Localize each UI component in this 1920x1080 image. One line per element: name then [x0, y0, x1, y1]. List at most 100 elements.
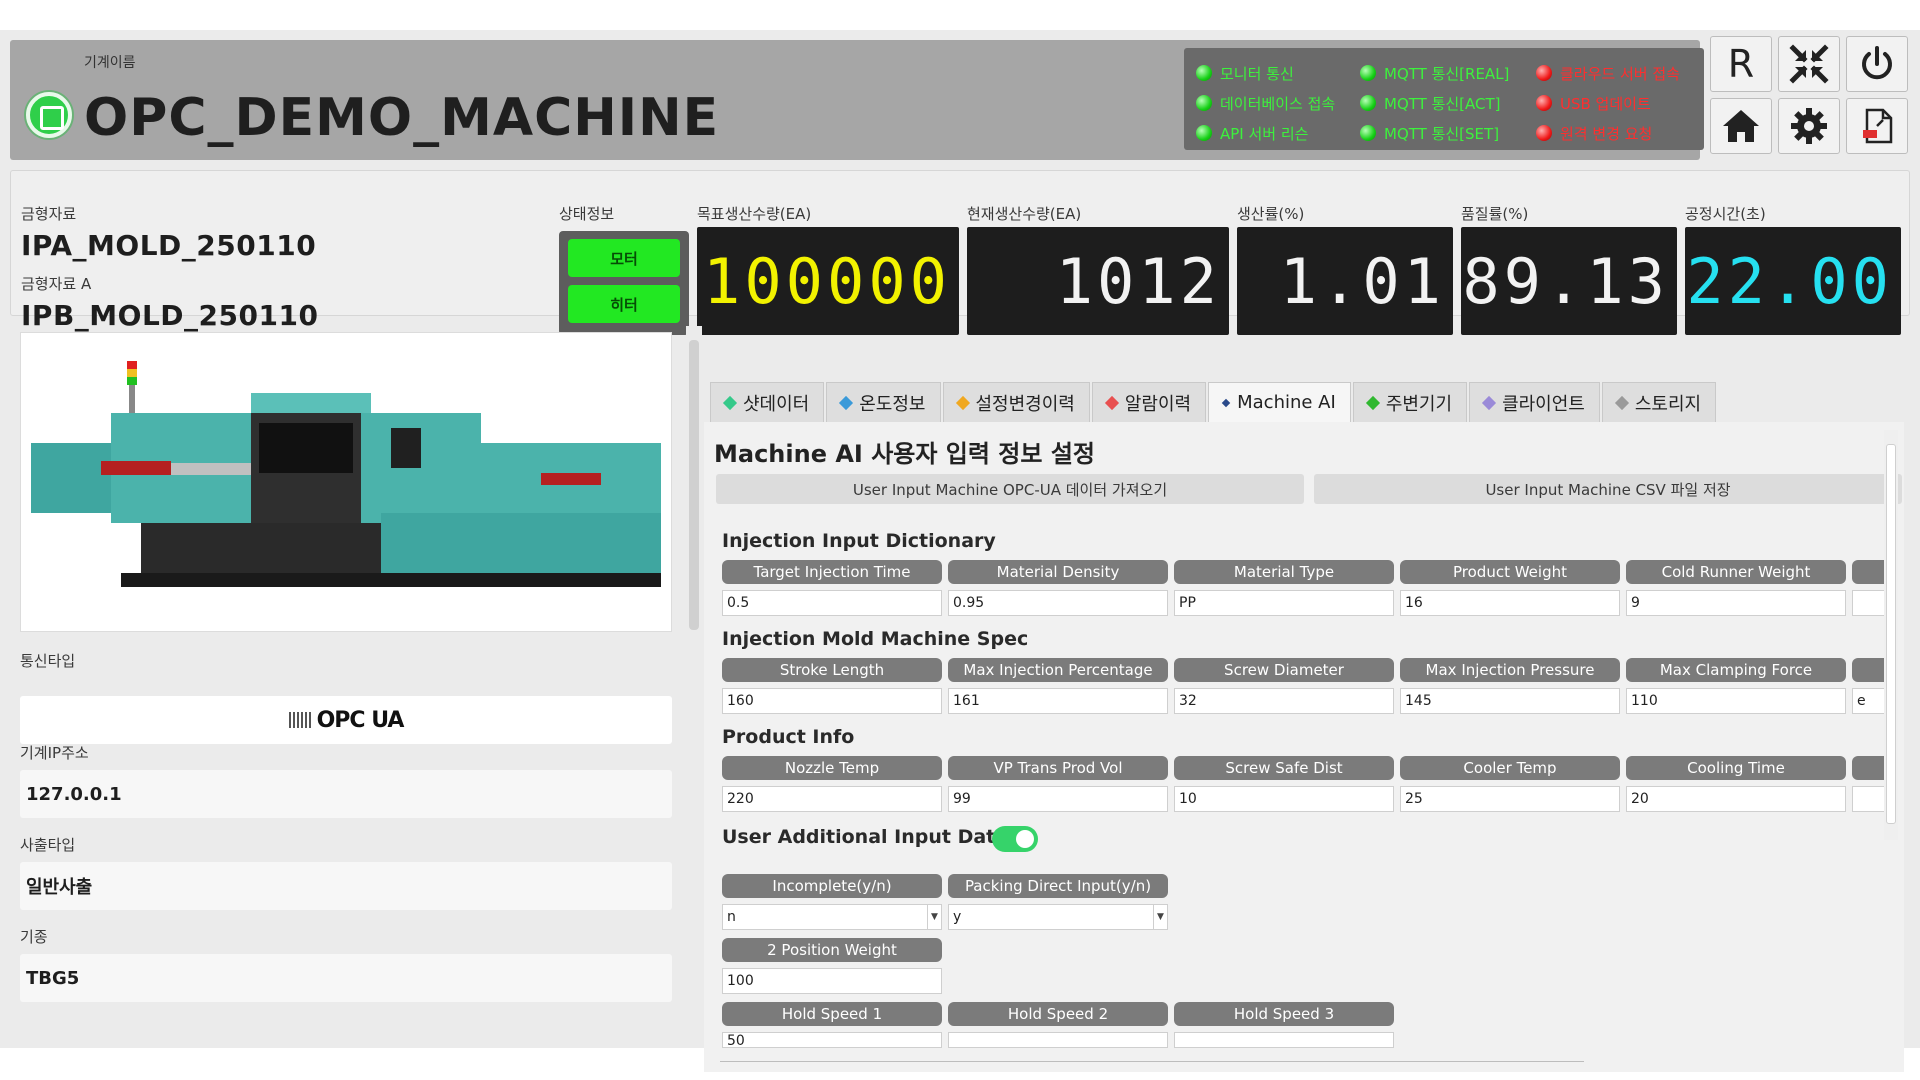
dict-label: Product Weight: [1400, 560, 1620, 584]
product-section-title: Product Info: [722, 726, 855, 748]
quality-rate-label: 품질률(%): [1461, 205, 1529, 223]
diamond-icon: [839, 395, 854, 410]
status-mqtt-set: MQTT 통신[SET]: [1360, 118, 1509, 148]
gear-icon: [1791, 108, 1827, 144]
production-rate-display: 1.01: [1237, 227, 1453, 335]
chevron-down-icon[interactable]: ▼: [927, 905, 941, 929]
comm-type-label: 통신타입: [20, 652, 76, 670]
status-monitor: 모니터 통신: [1196, 58, 1335, 88]
machine-ai-content: Machine AI 사용자 입력 정보 설정 User Input Machi…: [704, 422, 1904, 1072]
incomplete-select[interactable]: n ▼: [722, 904, 942, 930]
scrollbar-thumb[interactable]: [689, 340, 699, 630]
tab-shot-data[interactable]: 샷데이터: [710, 382, 825, 422]
diamond-icon: [1104, 395, 1119, 410]
machine-name: OPC_DEMO_MACHINE: [84, 88, 720, 148]
connection-status-panel: 모니터 통신 데이터베이스 접속 API 서버 리슨 MQTT 통신[REAL]…: [1184, 48, 1704, 150]
cold-runner-weight-input[interactable]: 9: [1626, 590, 1846, 616]
packing-direct-select[interactable]: y ▼: [948, 904, 1168, 930]
dict-label: Target Injection Time: [722, 560, 942, 584]
tab-alarm-history[interactable]: 알람이력: [1091, 382, 1207, 422]
tab-settings-history[interactable]: 설정변경이력: [942, 382, 1090, 422]
current-qty-label: 현재생산수량(EA): [967, 205, 1082, 223]
production-info-row: 금형자료 IPA_MOLD_250110 금형자료 A IPB_MOLD_250…: [10, 170, 1910, 335]
max-injection-percentage-input[interactable]: 161: [948, 688, 1168, 714]
screw-safe-dist-input[interactable]: 10: [1174, 786, 1394, 812]
content-scrollbar[interactable]: [1884, 430, 1898, 840]
product-weight-input[interactable]: 16: [1400, 590, 1620, 616]
product-overflow-input[interactable]: [1852, 786, 1888, 812]
power-button[interactable]: [1846, 36, 1908, 92]
status-database: 데이터베이스 접속: [1196, 88, 1335, 118]
dict-label-overflow: [1852, 560, 1888, 584]
left-panel-scrollbar[interactable]: [686, 326, 702, 1046]
spec-overflow-input[interactable]: e: [1852, 688, 1888, 714]
spec-label: Max Clamping Force: [1626, 658, 1846, 682]
dict-label: Cold Runner Weight: [1626, 560, 1846, 584]
dict-label: Material Type: [1174, 560, 1394, 584]
spec-label: Screw Diameter: [1174, 658, 1394, 682]
target-qty-label: 목표생산수량(EA): [697, 205, 812, 223]
model-label: 기종: [20, 928, 48, 946]
heater-indicator: 히터: [568, 285, 680, 323]
max-clamping-force-input[interactable]: 110: [1626, 688, 1846, 714]
current-qty-display: 1012: [967, 227, 1229, 335]
spec-label: Max Injection Pressure: [1400, 658, 1620, 682]
ai-icon: [1221, 398, 1231, 407]
machine-status-icon: [26, 92, 72, 138]
green-led-icon: [1196, 65, 1212, 81]
cooler-temp-input[interactable]: 25: [1400, 786, 1620, 812]
header-bar: 기계이름 OPC_DEMO_MACHINE 모니터 통신 데이터베이스 접속 A…: [10, 40, 1704, 160]
cooling-time-input[interactable]: 20: [1626, 786, 1846, 812]
material-type-input[interactable]: PP: [1174, 590, 1394, 616]
dict-overflow-input[interactable]: [1852, 590, 1888, 616]
hold-speed-1-input[interactable]: 50: [722, 1032, 942, 1048]
position-weight-input[interactable]: 100: [722, 968, 942, 994]
screw-diameter-input[interactable]: 32: [1174, 688, 1394, 714]
green-led-icon: [1360, 125, 1376, 141]
content-horizontal-scrollbar[interactable]: [720, 1050, 1584, 1062]
tab-temperature[interactable]: 온도정보: [826, 382, 941, 422]
stroke-length-input[interactable]: 160: [722, 688, 942, 714]
additional-inputs-toggle[interactable]: [992, 826, 1038, 852]
export-button[interactable]: [1846, 98, 1908, 154]
home-icon: [1723, 110, 1759, 142]
tab-storage[interactable]: 스토리지: [1601, 382, 1717, 422]
home-button[interactable]: [1710, 98, 1772, 154]
load-opcua-button[interactable]: User Input Machine OPC-UA 데이터 가져오기: [716, 474, 1304, 504]
chevron-down-icon[interactable]: ▼: [1153, 905, 1167, 929]
product-label: Cooler Temp: [1400, 756, 1620, 780]
nozzle-temp-input[interactable]: 220: [722, 786, 942, 812]
compress-button[interactable]: [1778, 36, 1840, 92]
status-cloud-server: 클라우드 서버 접속: [1536, 58, 1680, 88]
tab-peripherals[interactable]: 주변기기: [1352, 382, 1468, 422]
product-label-overflow: [1852, 756, 1888, 780]
settings-button[interactable]: [1778, 98, 1840, 154]
vp-trans-prod-vol-input[interactable]: 99: [948, 786, 1168, 812]
hold-speed-3-input[interactable]: [1174, 1032, 1394, 1048]
machine-image: [20, 332, 672, 632]
save-csv-button[interactable]: User Input Machine CSV 파일 저장: [1314, 474, 1902, 504]
product-label: Nozzle Temp: [722, 756, 942, 780]
max-injection-pressure-input[interactable]: 145: [1400, 688, 1620, 714]
scrollbar-thumb[interactable]: [1886, 444, 1896, 824]
material-density-input[interactable]: 0.95: [948, 590, 1168, 616]
tab-client[interactable]: 클라이언트: [1469, 382, 1600, 422]
spec-label-overflow: [1852, 658, 1888, 682]
target-qty-display: 100000: [697, 227, 959, 335]
injection-machine-illustration: [31, 361, 661, 587]
motor-indicator: 모터: [568, 239, 680, 277]
refresh-button[interactable]: R: [1710, 36, 1772, 92]
green-led-icon: [1360, 95, 1376, 111]
mold-value: IPA_MOLD_250110: [21, 229, 317, 262]
tab-machine-ai[interactable]: Machine AI: [1208, 382, 1351, 422]
spec-section-title: Injection Mold Machine Spec: [722, 628, 1029, 650]
diamond-icon: [1614, 395, 1629, 410]
diamond-icon: [1365, 395, 1380, 410]
status-column-right: 클라우드 서버 접속 USB 업데이트 원격 변경 요청: [1536, 58, 1680, 148]
hold-speed-2-input[interactable]: [948, 1032, 1168, 1048]
mold-a-label: 금형자료 A: [21, 275, 92, 293]
status-remote-change: 원격 변경 요청: [1536, 118, 1680, 148]
target-injection-time-input[interactable]: 0.5: [722, 590, 942, 616]
green-led-icon: [1360, 65, 1376, 81]
ip-value: 127.0.0.1: [20, 770, 672, 818]
